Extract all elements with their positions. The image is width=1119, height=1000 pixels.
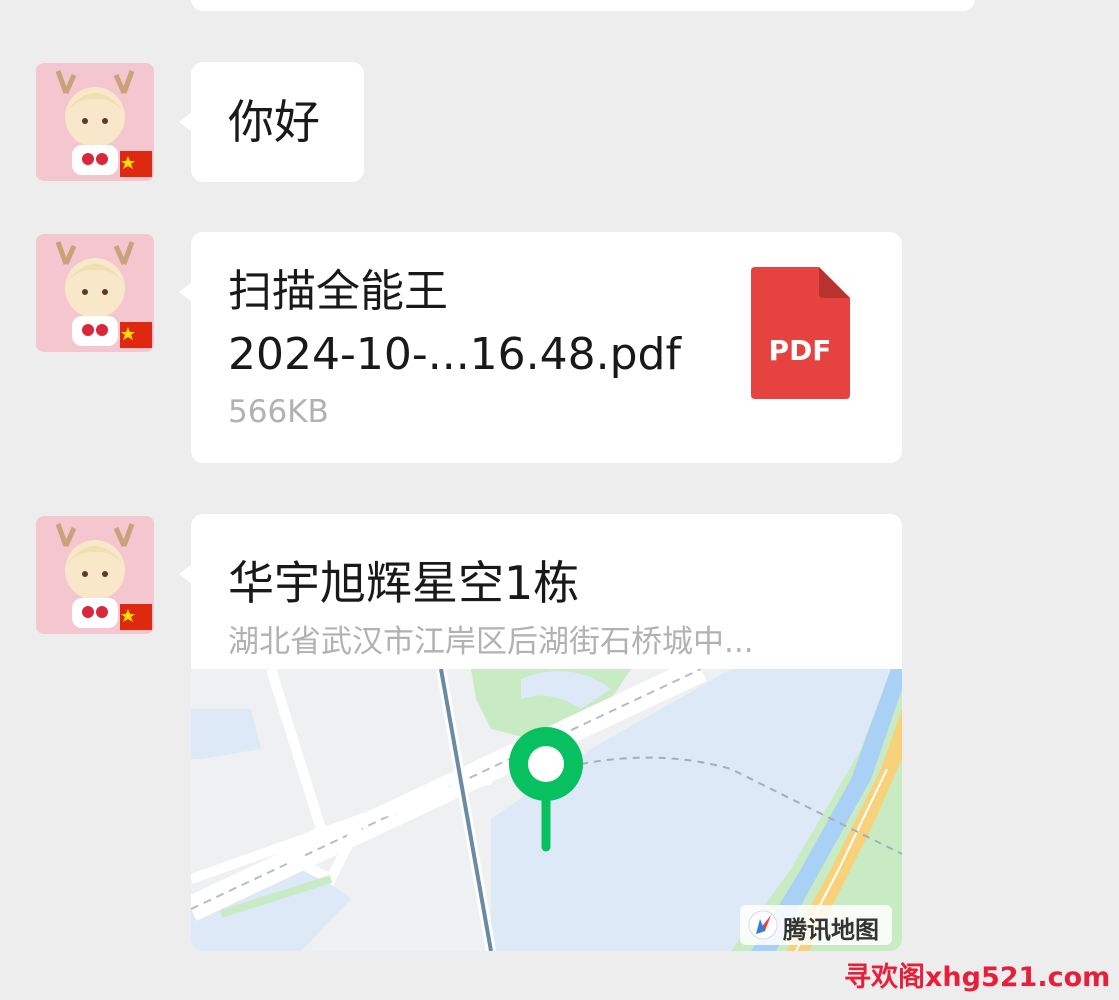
avatar-image	[36, 63, 154, 181]
map-image	[191, 669, 902, 951]
location-address: 湖北省武汉市江岸区后湖街石桥城中...	[228, 624, 754, 660]
bubble-tail	[179, 282, 192, 302]
pdf-icon-label: PDF	[769, 334, 832, 367]
file-name-line2: 2024-10-...16.48.pdf	[228, 329, 681, 380]
avatar[interactable]	[36, 234, 154, 352]
pdf-file-icon: PDF	[751, 267, 850, 399]
avatar[interactable]	[36, 516, 154, 634]
file-message-bubble[interactable]: 扫描全能王 2024-10-...16.48.pdf 566KB PDF	[179, 232, 902, 463]
avatar[interactable]	[36, 63, 154, 181]
file-name-line1: 扫描全能王	[228, 266, 448, 317]
text-message-bubble[interactable]: 你好	[179, 62, 364, 182]
avatar-image	[36, 234, 154, 352]
location-map[interactable]: 腾讯地图	[191, 669, 902, 951]
message-text: 你好	[228, 95, 320, 149]
bubble-tail	[179, 112, 192, 132]
previous-message-bubble[interactable]	[191, 0, 975, 11]
bubble-tail	[179, 564, 192, 584]
location-title: 华宇旭辉星空1栋	[228, 556, 580, 610]
location-message-bubble[interactable]: 华宇旭辉星空1栋 湖北省武汉市江岸区后湖街石桥城中... 腾讯地图	[179, 514, 902, 951]
watermark: 寻欢阁xhg521.com	[844, 962, 1111, 993]
file-size: 566KB	[228, 394, 329, 430]
avatar-image	[36, 516, 154, 634]
map-provider-label: 腾讯地图	[783, 916, 879, 944]
